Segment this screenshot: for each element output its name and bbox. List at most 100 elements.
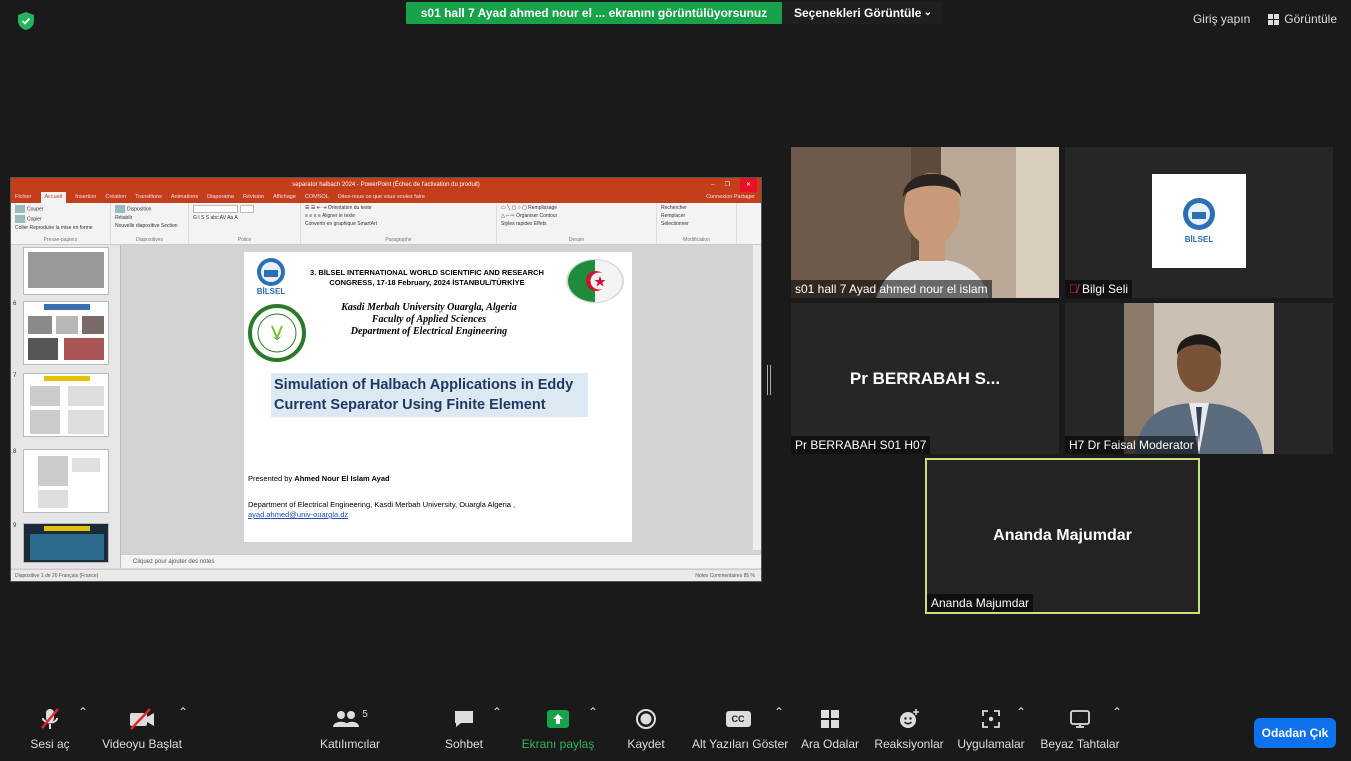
font-group: G I S S abc AV Aa A Police — [189, 203, 301, 244]
participant-video — [1065, 303, 1333, 454]
presenter-name: Ahmed Nour El Islam Ayad — [294, 474, 390, 483]
ppt-ribbon-tabs: Fichier Accueil Insertion Création Trans… — [11, 192, 761, 203]
slide-thumbnail[interactable] — [23, 247, 109, 295]
drawing-group: ▭ ╲ ▢ ○ ▢ Remplissage △ ⌐ ⇨ Organiser Co… — [497, 203, 657, 244]
tab-creation[interactable]: Création — [105, 192, 126, 203]
participants-count: 5 — [362, 708, 368, 720]
tab-animations[interactable]: Animations — [171, 192, 198, 203]
tab-transitions[interactable]: Transitions — [135, 192, 162, 203]
breakout-rooms-button[interactable]: Ara Odalar — [800, 705, 860, 761]
panel-splitter-handle[interactable] — [767, 365, 771, 395]
participants-button[interactable]: 5 Katılımcılar — [312, 705, 388, 761]
bilsel-avatar: BİLSEL — [1152, 174, 1246, 268]
chevron-down-icon: ⌄ — [923, 7, 932, 18]
show-captions-button[interactable]: CC Alt Yazıları Göster — [692, 705, 788, 761]
sign-in-link[interactable]: Giriş yapın — [1193, 12, 1250, 26]
unmute-button[interactable]: Sesi aç — [28, 705, 72, 761]
participants-icon — [333, 711, 360, 727]
start-video-label: Videoyu Başlat — [102, 737, 182, 751]
start-video-button[interactable]: Videoyu Başlat — [102, 705, 182, 761]
thumb-number: 6 — [13, 301, 17, 307]
notes-pane[interactable]: Cliquez pour ajouter des notes — [121, 554, 761, 568]
editing-group: Rechercher Remplacer Sélectionner Modifi… — [657, 203, 737, 244]
participant-tile[interactable]: BİLSEL 🎙̸ Bilgi Seli — [1065, 147, 1333, 298]
security-shield-icon[interactable] — [18, 12, 34, 30]
audio-options-caret[interactable]: ⌃ — [78, 705, 88, 719]
paragraph-group: ☰ ☰ ⇤ ⇥ Orientation du texte ≡ ≡ ≡ ≡ Ali… — [301, 203, 497, 244]
video-off-icon — [130, 708, 154, 730]
slide-thumbnail[interactable] — [23, 301, 109, 365]
ppt-window-title: separator halbach 2024 - PowerPoint (Éch… — [292, 182, 480, 188]
mic-muted-icon — [41, 708, 59, 729]
slide-thumbnail[interactable] — [23, 523, 109, 563]
view-label: Görüntüle — [1284, 12, 1337, 26]
share-options-caret[interactable]: ⌃ — [588, 705, 598, 719]
captions-options-caret[interactable]: ⌃ — [774, 705, 784, 719]
video-options-caret[interactable]: ⌃ — [178, 705, 188, 719]
thumb-number: 8 — [13, 449, 17, 455]
participant-video — [791, 147, 1059, 298]
participant-tile[interactable]: Pr BERRABAH S... Pr BERRABAH S01 H07 — [791, 303, 1059, 454]
active-speaker-tile[interactable]: Ananda Majumdar Ananda Majumdar — [925, 458, 1200, 614]
participant-tile[interactable]: s01 hall 7 Ayad ahmed nour el islam — [791, 147, 1059, 298]
chat-options-caret[interactable]: ⌃ — [492, 705, 502, 719]
reactions-button[interactable]: Reaksiyonlar — [874, 705, 944, 761]
presenter-line: Presented by Ahmed Nour El Islam Ayad — [248, 474, 390, 483]
slide-editor[interactable]: BİLSEL 3. BİLSEL INTERNATIONAL WORLD SCI… — [121, 245, 761, 568]
thumb-number: 9 — [13, 523, 17, 529]
tab-insertion[interactable]: Insertion — [75, 192, 96, 203]
tab-accueil[interactable]: Accueil — [40, 192, 67, 203]
tab-affichage[interactable]: Affichage — [273, 192, 296, 203]
reactions-label: Reaksiyonlar — [874, 737, 944, 751]
whiteboards-button[interactable]: Beyaz Tahtalar — [1040, 705, 1120, 761]
ppt-ribbon: Couper Copier Coller Reproduire la mise … — [11, 203, 761, 245]
whiteboard-options-caret[interactable]: ⌃ — [1112, 705, 1122, 719]
view-options-label: Seçenekleri Görüntüle — [794, 6, 922, 20]
slide-thumbnails[interactable]: 6 7 8 9 — [11, 245, 121, 568]
captions-icon: CC — [725, 711, 751, 727]
share-screen-button[interactable]: Ekranı paylaş — [520, 705, 596, 761]
record-button[interactable]: Kaydet — [624, 705, 668, 761]
grid-view-icon — [1268, 13, 1280, 25]
slide-scrollbar[interactable] — [753, 245, 761, 550]
bilsel-logo: BİLSEL — [1183, 198, 1215, 244]
ppt-account[interactable]: Connexion Partager — [706, 192, 755, 203]
participant-display-name: Pr BERRABAH S... — [849, 368, 1001, 388]
whiteboards-label: Beyaz Tahtalar — [1040, 737, 1120, 751]
apps-options-caret[interactable]: ⌃ — [1016, 705, 1026, 719]
leave-meeting-button[interactable]: Odadan Çık — [1254, 718, 1336, 748]
participant-tile[interactable]: H7 Dr Faisal Moderator — [1065, 303, 1333, 454]
view-layout-button[interactable]: Görüntüle — [1268, 12, 1337, 26]
faculty-name: Faculty of Applied Sciences — [371, 314, 487, 325]
tab-comsol[interactable]: COMSOL — [305, 192, 329, 203]
reactions-smiley-icon — [900, 709, 919, 728]
tab-diaporama[interactable]: Diaporama — [207, 192, 234, 203]
affiliation-block: Department of Electrical Engineering, Ka… — [248, 500, 515, 520]
slide-title: Simulation of Halbach Applications in Ed… — [271, 373, 588, 417]
slide-thumbnail[interactable] — [23, 449, 109, 513]
chat-icon — [455, 711, 473, 727]
apps-label: Uygulamalar — [957, 737, 1025, 751]
ppt-status-bar: Diapositive 1 de 26 Français (France) No… — [11, 569, 761, 581]
email-link[interactable]: ayad.ahmed@univ-ouargla.dz — [248, 510, 515, 520]
chat-button[interactable]: Sohbet — [444, 705, 484, 761]
university-name: Kasdi Merbah University Ouargla, Algeria — [341, 302, 517, 313]
apps-icon — [982, 710, 1000, 728]
current-slide[interactable]: BİLSEL 3. BİLSEL INTERNATIONAL WORLD SCI… — [244, 252, 632, 542]
tab-revision[interactable]: Révision — [243, 192, 264, 203]
record-icon — [636, 709, 656, 729]
share-screen-label: Ekranı paylaş — [521, 737, 595, 751]
tell-me-box[interactable]: Dites-nous ce que vous voulez faire — [338, 192, 425, 203]
status-right[interactable]: Notes Commentaires 85 % — [695, 570, 755, 581]
shared-screen[interactable]: separator halbach 2024 - PowerPoint (Éch… — [10, 177, 762, 582]
zoom-meeting-window: s01 hall 7 Ayad ahmed nour el ... ekranı… — [0, 0, 1351, 761]
algeria-flag-emblem — [566, 259, 624, 303]
record-label: Kaydet — [627, 737, 665, 751]
view-options-button[interactable]: Seçenekleri Görüntüle ⌄ — [782, 2, 942, 24]
participant-name: Ananda Majumdar — [927, 594, 1034, 612]
affiliation-line: Department of Electrical Engineering, Ka… — [248, 500, 516, 509]
tab-fichier[interactable]: Fichier — [15, 192, 32, 203]
slide-thumbnail[interactable] — [23, 373, 109, 437]
clipboard-group: Couper Copier Coller Reproduire la mise … — [11, 203, 111, 244]
thumb-number: 7 — [13, 373, 17, 379]
